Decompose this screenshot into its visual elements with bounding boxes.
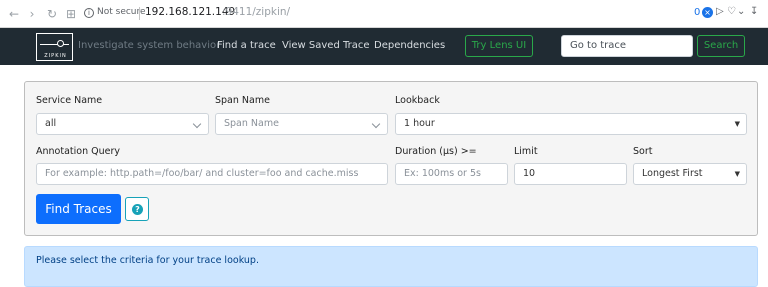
chevron-down-icon [192,119,202,129]
annotation-query-label: Annotation Query [36,146,120,157]
span-name-placeholder: Span Name [224,118,279,129]
logo-line [40,44,69,45]
info-icon[interactable]: i [84,8,94,18]
reload-icon[interactable]: ↻ [44,6,60,22]
duration-label: Duration (μs) >= [395,146,477,157]
duration-input[interactable]: Ex: 100ms or 5s [395,163,508,185]
annotation-query-input[interactable]: For example: http.path=/foo/bar/ and clu… [36,163,388,185]
service-name-label: Service Name [36,95,103,106]
span-name-label: Span Name [215,95,270,106]
play-icon[interactable]: ▷ [716,6,724,17]
try-lens-ui-button[interactable]: Try Lens UI [465,35,533,57]
chevron-down-icon[interactable]: ⌄ [737,6,745,17]
browser-toolbar: ← › ↻ ⊞ i Not secure 192.168.121.149 :94… [0,0,768,28]
extension-count: 0 [694,7,701,18]
span-name-select[interactable]: Span Name [215,113,388,135]
nav-link-view-saved-trace[interactable]: View Saved Trace [282,40,370,51]
service-name-value: all [45,118,57,129]
download-icon[interactable]: ↧ [750,6,758,17]
service-name-select[interactable]: all [36,113,209,135]
alert-message: Please select the criteria for your trac… [36,255,259,266]
logo-node [57,40,64,47]
apps-grid-icon[interactable]: ⊞ [63,6,79,22]
search-button[interactable]: Search [697,35,745,57]
logo-text: ZIPKIN [44,53,67,59]
lookback-select[interactable]: 1 hour ▼ [395,113,747,135]
nav-link-dependencies[interactable]: Dependencies [374,40,445,51]
caret-down-icon: ▼ [734,170,740,178]
sort-select[interactable]: Longest First ▼ [633,163,747,185]
forward-arrow-icon[interactable]: › [24,6,40,22]
sort-label: Sort [633,146,653,157]
chevron-down-icon [371,119,381,129]
find-traces-button[interactable]: Find Traces [36,194,121,224]
nav-link-find-trace[interactable]: Find a trace [217,40,276,51]
help-button[interactable]: ? [125,197,149,221]
limit-label: Limit [514,146,538,157]
back-arrow-icon[interactable]: ← [6,6,22,22]
heart-icon[interactable]: ♡ [727,6,736,17]
sort-value: Longest First [642,168,703,179]
zipkin-logo[interactable]: ZIPKIN [36,33,73,61]
question-icon: ? [132,204,143,215]
lookback-label: Lookback [395,95,440,106]
info-alert: Please select the criteria for your trac… [24,246,758,287]
extension-icon[interactable]: × [702,7,713,18]
tagline: Investigate system behavior [78,40,221,51]
limit-input[interactable]: 10 [514,163,627,185]
url-path: :9411/zipkin/ [222,6,291,18]
address-separator [139,7,140,20]
lookback-value: 1 hour [404,118,435,129]
go-to-trace-input[interactable]: Go to trace [561,35,693,57]
caret-down-icon: ▼ [734,120,740,128]
